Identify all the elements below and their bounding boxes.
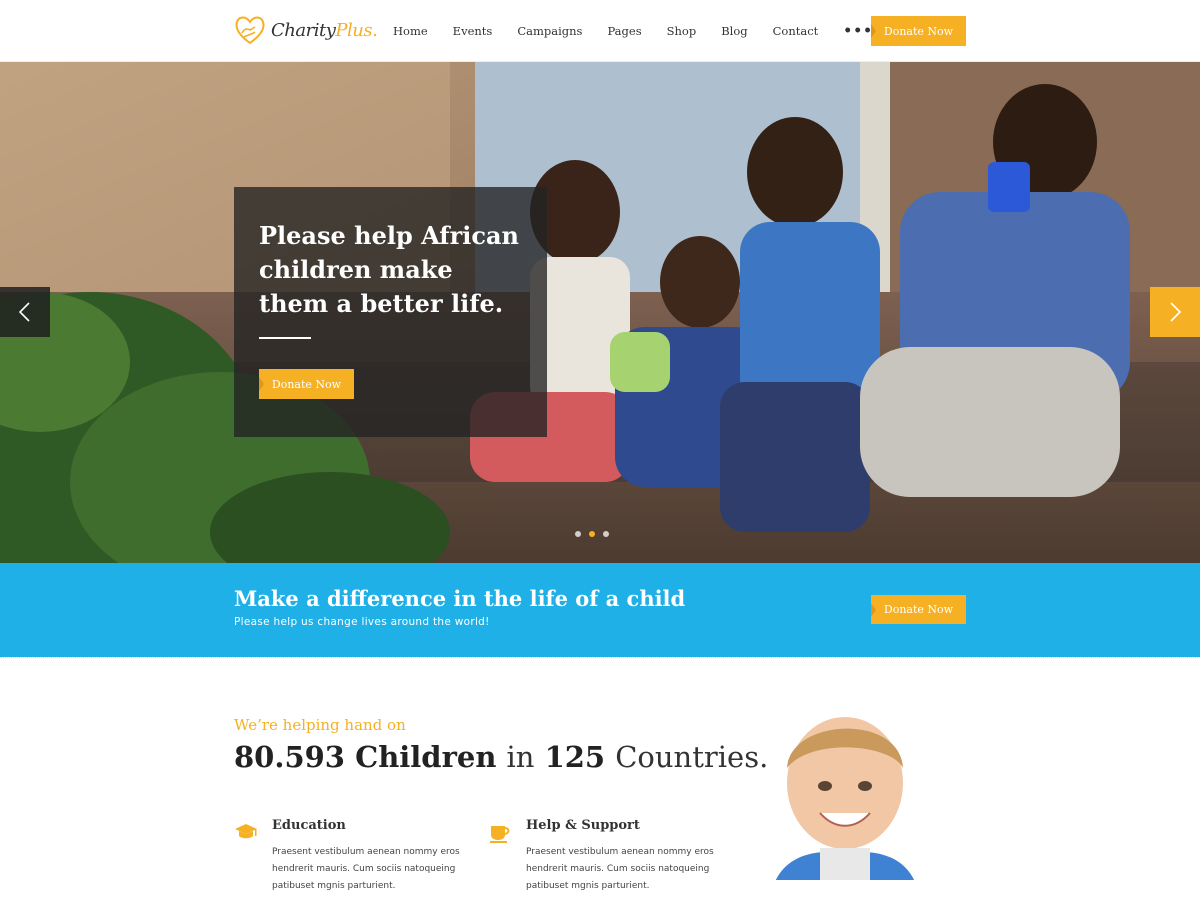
- logo-accent: Plus.: [335, 19, 378, 41]
- slider-next-button[interactable]: [1150, 287, 1200, 337]
- graduation-cap-icon: [235, 824, 257, 839]
- logo[interactable]: CharityPlus.: [233, 13, 378, 47]
- stats-kicker: We’re helping hand on: [234, 716, 406, 734]
- hero-divider: [259, 337, 311, 339]
- nav-shop[interactable]: Shop: [667, 24, 697, 38]
- logo-text: CharityPlus.: [271, 19, 378, 41]
- nav-campaigns[interactable]: Campaigns: [517, 24, 582, 38]
- stats-headline: 80.593 Children in 125 Countries.: [234, 740, 768, 774]
- cta-title: Make a difference in the life of a child: [234, 586, 686, 611]
- logo-name: Charity: [271, 19, 336, 41]
- feature-help-text: Praesent vestibulum aenean nommy eros he…: [526, 847, 714, 891]
- cta-donate-button[interactable]: Donate Now: [871, 595, 966, 624]
- nav-home[interactable]: Home: [393, 24, 428, 38]
- slider-dots: [575, 531, 609, 537]
- children-label: Children: [355, 740, 497, 774]
- heart-hands-icon: [235, 16, 265, 45]
- main-nav: Home Events Campaigns Pages Shop Blog Co…: [393, 0, 898, 62]
- coffee-cup-icon: [490, 826, 510, 843]
- chevron-right-icon: [1170, 302, 1182, 322]
- nav-events[interactable]: Events: [453, 24, 493, 38]
- site-header: CharityPlus. Home Events Campaigns Pages…: [0, 0, 1200, 62]
- hero-title: Please help African children make them a…: [259, 221, 519, 318]
- cta-subtitle: Please help us change lives around the w…: [234, 616, 490, 628]
- slider-prev-button[interactable]: [0, 287, 50, 337]
- feature-education-title: Education: [272, 818, 346, 833]
- in-label: in: [506, 740, 535, 774]
- feature-education-text: Praesent vestibulum aenean nommy eros he…: [272, 847, 460, 891]
- slider-dot[interactable]: [575, 531, 581, 537]
- nav-pages[interactable]: Pages: [607, 24, 641, 38]
- hero-caption-box: Please help African children make them a…: [234, 187, 547, 437]
- hero-slider: Please help African children make them a…: [0, 62, 1200, 563]
- slider-dot-active[interactable]: [589, 531, 595, 537]
- cta-band: Make a difference in the life of a child…: [0, 563, 1200, 657]
- nav-contact[interactable]: Contact: [773, 24, 819, 38]
- feature-help-title: Help & Support: [526, 818, 640, 833]
- countries-label: Countries.: [615, 740, 769, 774]
- hero-donate-button[interactable]: Donate Now: [259, 369, 354, 399]
- header-donate-button[interactable]: Donate Now: [871, 16, 966, 46]
- children-count: 80.593: [234, 740, 345, 774]
- child-photo: [760, 717, 930, 900]
- slider-dot[interactable]: [603, 531, 609, 537]
- more-menu-icon[interactable]: •••: [843, 24, 873, 38]
- nav-blog[interactable]: Blog: [721, 24, 747, 38]
- stats-section: We’re helping hand on 80.593 Children in…: [0, 657, 1200, 900]
- chevron-left-icon: [18, 302, 30, 322]
- countries-count: 125: [544, 740, 606, 774]
- hero-photo: [0, 62, 1200, 563]
